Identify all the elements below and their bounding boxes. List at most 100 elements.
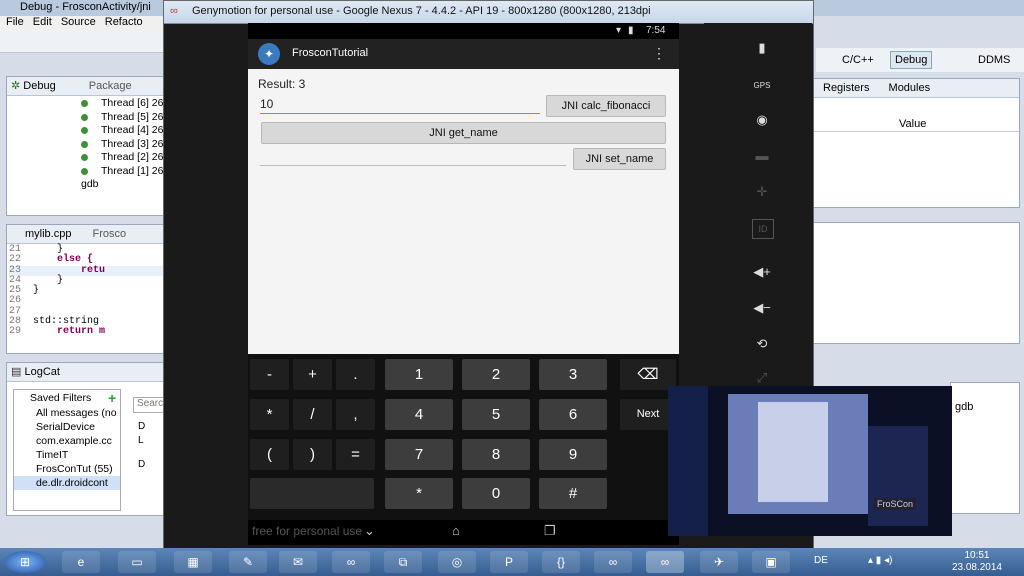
jni-calc-fibonacci-button[interactable]: JNI calc_fibonacci xyxy=(546,95,666,117)
gdb-node[interactable]: gdb xyxy=(7,178,165,191)
filter-item-selected[interactable]: de.dlr.droidcont xyxy=(14,476,120,490)
menu-refactor[interactable]: Refacto xyxy=(105,16,143,28)
perspective-cpp[interactable]: C/C++ xyxy=(842,54,874,66)
diagram-icon[interactable]: ⧉ xyxy=(384,551,422,573)
numeric-keyboard: - + . 1 2 3 ⌫ * / , 4 5 6 Next ( ) = 7 8… xyxy=(248,354,679,520)
filter-item[interactable]: com.example.cc xyxy=(14,434,120,448)
gdb-console-label: gdb xyxy=(955,401,974,413)
key-3[interactable]: 3 xyxy=(539,359,607,390)
camera-icon[interactable]: ◉ xyxy=(752,111,772,129)
volume-up-icon[interactable]: ◀+ xyxy=(752,263,772,281)
bug-icon: ✲ xyxy=(11,80,21,92)
system-clock[interactable]: 10:51 23.08.2014 xyxy=(952,550,1002,574)
thread-row[interactable]: Thread [6] 26 xyxy=(7,97,165,111)
logcat-view: ▤ LogCat Saved Filters + All messages (n… xyxy=(6,362,170,516)
tab-modules[interactable]: Modules xyxy=(889,82,931,94)
key-0[interactable]: 0 xyxy=(462,478,530,509)
recents-icon[interactable]: ❐ xyxy=(544,523,556,539)
key-4[interactable]: 4 xyxy=(385,399,453,430)
name-input[interactable] xyxy=(260,165,566,166)
key-equals[interactable]: = xyxy=(336,439,375,470)
key-space[interactable] xyxy=(250,478,374,509)
video-icon[interactable]: ▬ xyxy=(752,147,772,165)
menu-source[interactable]: Source xyxy=(61,16,96,28)
genymotion-active-task-icon[interactable]: ∞ xyxy=(646,551,684,573)
terminal-icon[interactable]: ▣ xyxy=(752,551,790,573)
powerpoint-icon[interactable]: P xyxy=(490,551,528,573)
genymotion-task-icon[interactable]: ∞ xyxy=(594,551,632,573)
android-screen[interactable]: ▾ ▮ 7:54 ✦ FrosconTutorial ⋮ Result: 3 1… xyxy=(248,23,679,545)
menu-file[interactable]: File xyxy=(6,16,24,28)
airplane-icon[interactable]: ✈ xyxy=(700,551,738,573)
key-open-paren[interactable]: ( xyxy=(250,439,289,470)
chrome-icon[interactable]: ◎ xyxy=(438,551,476,573)
thread-row[interactable]: Thread [3] 26 xyxy=(7,138,165,152)
thread-row[interactable]: Thread [2] 26 xyxy=(7,151,165,165)
code-area[interactable]: 21 } 22 else { 23 retu 24 } 25} 26 27 28… xyxy=(7,244,165,338)
key-1[interactable]: 1 xyxy=(385,359,453,390)
tab-frosco[interactable]: Frosco xyxy=(93,228,127,240)
language-indicator[interactable]: DE xyxy=(814,555,828,566)
gps-icon[interactable]: GPS xyxy=(752,77,772,95)
tray-icons[interactable]: ▴ ▮ ◂) xyxy=(868,555,892,566)
value-column-header[interactable]: Value xyxy=(899,118,926,130)
perspective-ddms[interactable]: DDMS xyxy=(978,54,1010,66)
perspective-debug[interactable]: Debug xyxy=(890,51,933,69)
thread-row[interactable]: Thread [5] 26 xyxy=(7,111,165,125)
back-icon[interactable]: ⌄ xyxy=(364,523,375,539)
log-level: D xyxy=(138,421,146,432)
overflow-menu-icon[interactable]: ⋮ xyxy=(652,45,666,62)
key-6[interactable]: 6 xyxy=(539,399,607,430)
key-minus[interactable]: - xyxy=(250,359,289,390)
tab-debug[interactable]: Debug xyxy=(23,80,55,92)
home-icon[interactable]: ⌂ xyxy=(452,523,460,538)
speaker-area xyxy=(868,426,928,526)
filter-item[interactable]: TimeIT xyxy=(14,448,120,462)
ie-icon[interactable]: e xyxy=(62,551,100,573)
folder-icon[interactable]: ▦ xyxy=(174,551,212,573)
key-9[interactable]: 9 xyxy=(539,439,607,470)
menu-edit[interactable]: Edit xyxy=(33,16,52,28)
key-7[interactable]: 7 xyxy=(385,439,453,470)
key-close-paren[interactable]: ) xyxy=(293,439,332,470)
filter-item[interactable]: All messages (no xyxy=(14,406,120,420)
editor-view: mylib.cpp Frosco 21 } 22 else { 23 retu … xyxy=(6,224,166,354)
key-comma[interactable]: , xyxy=(336,399,375,430)
outlook-icon[interactable]: ✉ xyxy=(279,551,317,573)
eclipse-task-icon[interactable]: {} xyxy=(542,551,580,573)
thread-row[interactable]: Thread [1] 26 xyxy=(7,165,165,179)
dpad-icon[interactable]: ✛ xyxy=(752,183,772,201)
rotate-icon[interactable]: ⟲ xyxy=(752,335,772,353)
key-5[interactable]: 5 xyxy=(462,399,530,430)
jni-get-name-button[interactable]: JNI get_name xyxy=(261,122,666,144)
editor-icon[interactable]: ✎ xyxy=(229,551,267,573)
key-8[interactable]: 8 xyxy=(462,439,530,470)
tab-logcat[interactable]: LogCat xyxy=(24,366,59,378)
tab-mylib-cpp[interactable]: mylib.cpp xyxy=(25,228,71,240)
thread-row[interactable]: Thread [4] 26 xyxy=(7,124,165,138)
volume-down-icon[interactable]: ◀− xyxy=(752,299,772,317)
number-input[interactable]: 10 xyxy=(260,97,540,114)
key-plus[interactable]: + xyxy=(293,359,332,390)
tab-package[interactable]: Package xyxy=(89,80,132,92)
key-star[interactable]: * xyxy=(385,478,453,509)
key-dot[interactable]: . xyxy=(336,359,375,390)
tab-registers[interactable]: Registers xyxy=(823,82,869,94)
filter-item[interactable]: FrosConTut (55) xyxy=(14,462,120,476)
wifi-icon: ▾ xyxy=(616,25,622,36)
fullscreen-icon[interactable]: ⤢ xyxy=(752,369,772,387)
action-bar: ✦ FrosconTutorial ⋮ xyxy=(248,39,679,69)
key-hash[interactable]: # xyxy=(539,478,607,509)
explorer-icon[interactable]: ▭ xyxy=(118,551,156,573)
filter-item[interactable]: SerialDevice xyxy=(14,420,120,434)
jni-set-name-button[interactable]: JNI set_name xyxy=(573,148,666,170)
app-content: Result: 3 10 JNI calc_fibonacci JNI get_… xyxy=(248,69,679,354)
id-icon[interactable]: ID xyxy=(752,219,774,239)
key-2[interactable]: 2 xyxy=(462,359,530,390)
key-asterisk[interactable]: * xyxy=(250,399,289,430)
start-button[interactable]: ⊞ xyxy=(4,551,46,573)
key-slash[interactable]: / xyxy=(293,399,332,430)
add-filter-icon[interactable]: + xyxy=(108,390,116,406)
battery-widget-icon[interactable]: ▮ xyxy=(752,39,772,57)
network-icon[interactable]: ∞ xyxy=(332,551,370,573)
